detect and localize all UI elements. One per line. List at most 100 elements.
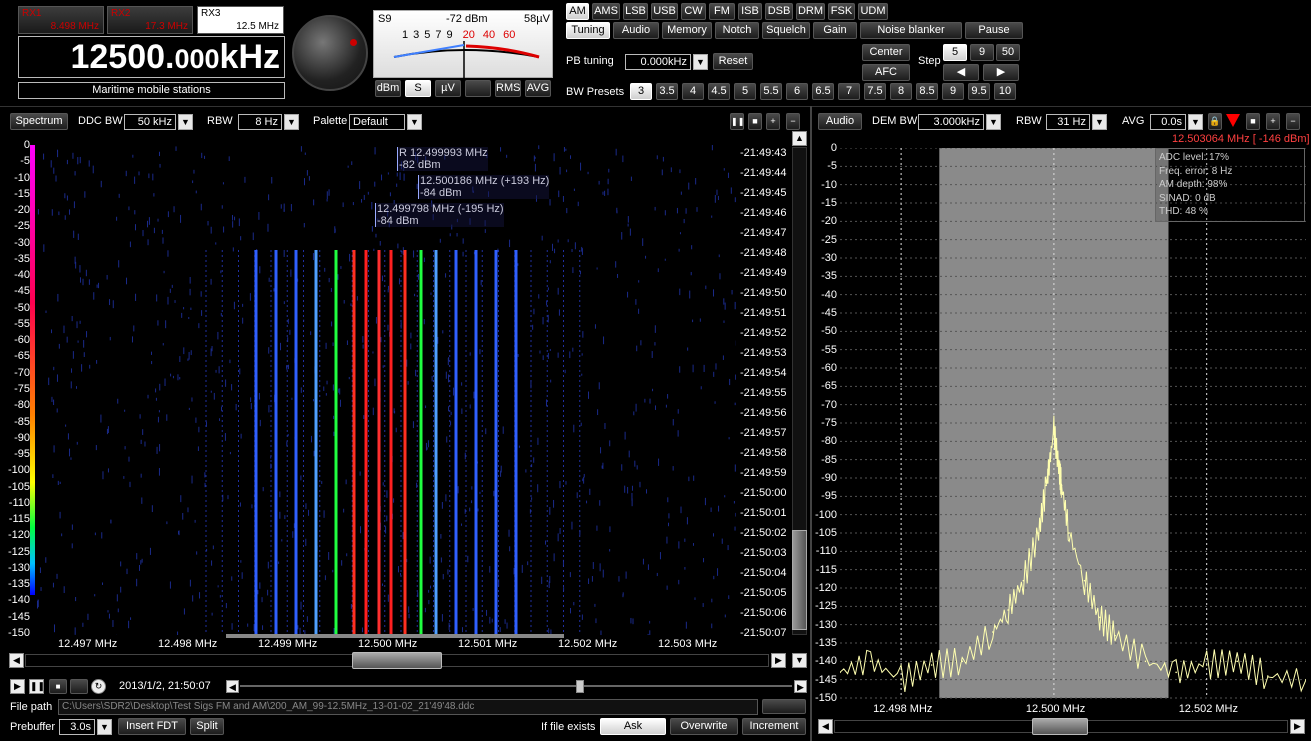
loop-button[interactable]: ↻ — [91, 679, 106, 694]
audio-hscroll-right[interactable]: ▶ — [1290, 719, 1305, 734]
audio-rbw-dropdown[interactable]: ▼ — [1092, 114, 1107, 130]
audio-rbw-input[interactable]: 31 Hz — [1046, 114, 1090, 130]
record-button[interactable] — [70, 679, 88, 694]
center-button[interactable]: Center — [862, 44, 910, 61]
pause-icon[interactable]: ❚❚ — [730, 113, 744, 130]
meter-blank-button[interactable] — [465, 80, 491, 97]
afc-button[interactable]: AFC — [862, 64, 910, 81]
overwrite-button[interactable]: Overwrite — [670, 718, 738, 735]
ddc-bw-dropdown[interactable]: ▼ — [178, 114, 193, 130]
seek-right-button[interactable]: ▶ — [794, 680, 807, 693]
avg-input[interactable]: 0.0s — [1150, 114, 1186, 130]
mode-usb-button[interactable]: USB — [651, 3, 678, 20]
tab-noise-blanker[interactable]: Noise blanker — [860, 22, 962, 39]
bw-preset-button[interactable]: 5.5 — [760, 83, 782, 100]
pause-button[interactable]: ❚❚ — [29, 679, 44, 694]
step-right-button[interactable]: ▶ — [983, 64, 1019, 81]
bw-preset-button[interactable]: 7 — [838, 83, 860, 100]
mode-fsk-button[interactable]: FSK — [828, 3, 855, 20]
mode-am-button[interactable]: AM — [566, 3, 589, 20]
ask-button[interactable]: Ask — [600, 718, 666, 735]
main-frequency-display[interactable]: 12500.000kHz — [18, 36, 285, 78]
bw-preset-button[interactable]: 3.5 — [656, 83, 678, 100]
tab-gain[interactable]: Gain — [813, 22, 857, 39]
palette-input[interactable]: Default — [349, 114, 405, 130]
increment-button[interactable]: Increment — [742, 718, 806, 735]
mode-isb-button[interactable]: ISB — [738, 3, 762, 20]
meter-uv-button[interactable]: µV — [435, 80, 461, 97]
tab-memory[interactable]: Memory — [662, 22, 712, 39]
audio-zoom-in-icon[interactable]: + — [1266, 113, 1280, 130]
step-left-button[interactable]: ◀ — [943, 64, 979, 81]
hscroll-thumb[interactable] — [352, 652, 442, 669]
tab-audio[interactable]: Audio — [613, 22, 659, 39]
bw-preset-button[interactable]: 9 — [942, 83, 964, 100]
bw-preset-button[interactable]: 3 — [630, 83, 652, 100]
avg-dropdown[interactable]: ▼ — [1188, 114, 1203, 130]
meter-dbm-button[interactable]: dBm — [375, 80, 401, 97]
bw-preset-button[interactable]: 4 — [682, 83, 704, 100]
palette-dropdown[interactable]: ▼ — [407, 114, 422, 130]
audio-hscroll-left[interactable]: ◀ — [818, 719, 833, 734]
insert-fdt-button[interactable]: Insert FDT — [118, 718, 186, 735]
audio-zoom-out-icon[interactable]: − — [1286, 113, 1300, 130]
mode-fm-button[interactable]: FM — [709, 3, 735, 20]
audio-button[interactable]: Audio — [818, 113, 862, 130]
hscroll-down-button[interactable]: ▼ — [792, 653, 807, 668]
tab-notch[interactable]: Notch — [715, 22, 759, 39]
rx1-button[interactable]: RX1 8.498 MHz — [18, 6, 104, 34]
rbw-dropdown[interactable]: ▼ — [284, 114, 299, 130]
split-button[interactable]: Split — [190, 718, 224, 735]
mode-udm-button[interactable]: UDM — [858, 3, 888, 20]
bw-preset-button[interactable]: 8 — [890, 83, 912, 100]
stop-button[interactable]: ■ — [49, 679, 67, 694]
seek-left-button[interactable]: ◀ — [226, 680, 239, 693]
bw-preset-button[interactable]: 6 — [786, 83, 808, 100]
meter-s-button[interactable]: S — [405, 80, 431, 97]
dem-bw-input[interactable]: 3.000kHz — [918, 114, 984, 130]
play-button[interactable]: ▶ — [10, 679, 25, 694]
mode-drm-button[interactable]: DRM — [796, 3, 825, 20]
rx2-button[interactable]: RX2 17.3 MHz — [107, 6, 193, 34]
tab-squelch[interactable]: Squelch — [762, 22, 810, 39]
tab-tuning[interactable]: Tuning — [566, 22, 610, 39]
dem-bw-dropdown[interactable]: ▼ — [986, 114, 1001, 130]
prebuffer-dropdown[interactable]: ▼ — [97, 719, 112, 735]
reset-button[interactable]: Reset — [713, 53, 753, 70]
meter-avg-button[interactable]: AVG — [525, 80, 551, 97]
meter-rms-button[interactable]: RMS — [495, 80, 521, 97]
bw-preset-button[interactable]: 7.5 — [864, 83, 886, 100]
bw-preset-button[interactable]: 6.5 — [812, 83, 834, 100]
bw-preset-button[interactable]: 9.5 — [968, 83, 990, 100]
zoom-in-icon[interactable]: + — [766, 113, 780, 130]
mode-lsb-button[interactable]: LSB — [623, 3, 648, 20]
tab-pause[interactable]: Pause — [965, 22, 1023, 39]
bw-preset-button[interactable]: 8.5 — [916, 83, 938, 100]
seek-track[interactable] — [240, 685, 792, 687]
tuning-knob[interactable] — [292, 15, 368, 91]
pb-tuning-input[interactable]: 0.000kHz — [625, 54, 691, 70]
browse-button[interactable] — [762, 699, 806, 714]
lock-icon[interactable]: 🔒 — [1208, 113, 1222, 130]
audio-save-icon[interactable]: ■ — [1246, 113, 1260, 130]
step-9-button[interactable]: 9 — [970, 44, 994, 61]
mode-dsb-button[interactable]: DSB — [765, 3, 793, 20]
pb-tuning-dropdown[interactable]: ▼ — [693, 54, 708, 70]
waterfall-scroll-thumb[interactable] — [792, 530, 807, 630]
mode-ams-button[interactable]: AMS — [592, 3, 620, 20]
prebuffer-input[interactable]: 3.0s — [59, 719, 95, 735]
ddc-bw-input[interactable]: 50 kHz — [124, 114, 176, 130]
waterfall-scroll-up[interactable]: ▲ — [792, 131, 807, 146]
rx3-button[interactable]: RX3 12.5 MHz — [197, 6, 284, 34]
save-icon[interactable]: ■ — [748, 113, 762, 130]
hscroll-right-button[interactable]: ▶ — [771, 653, 786, 668]
seek-thumb[interactable] — [576, 680, 584, 693]
file-path-field[interactable]: C:\Users\SDR2\Desktop\Test Sigs FM and A… — [58, 699, 758, 715]
mode-cw-button[interactable]: CW — [681, 3, 706, 20]
rbw-input[interactable]: 8 Hz — [238, 114, 282, 130]
audio-hscroll-thumb[interactable] — [1032, 718, 1088, 735]
bw-preset-button[interactable]: 4.5 — [708, 83, 730, 100]
bw-preset-button[interactable]: 10 — [994, 83, 1016, 100]
step-50-button[interactable]: 50 — [996, 44, 1020, 61]
step-5-button[interactable]: 5 — [943, 44, 967, 61]
